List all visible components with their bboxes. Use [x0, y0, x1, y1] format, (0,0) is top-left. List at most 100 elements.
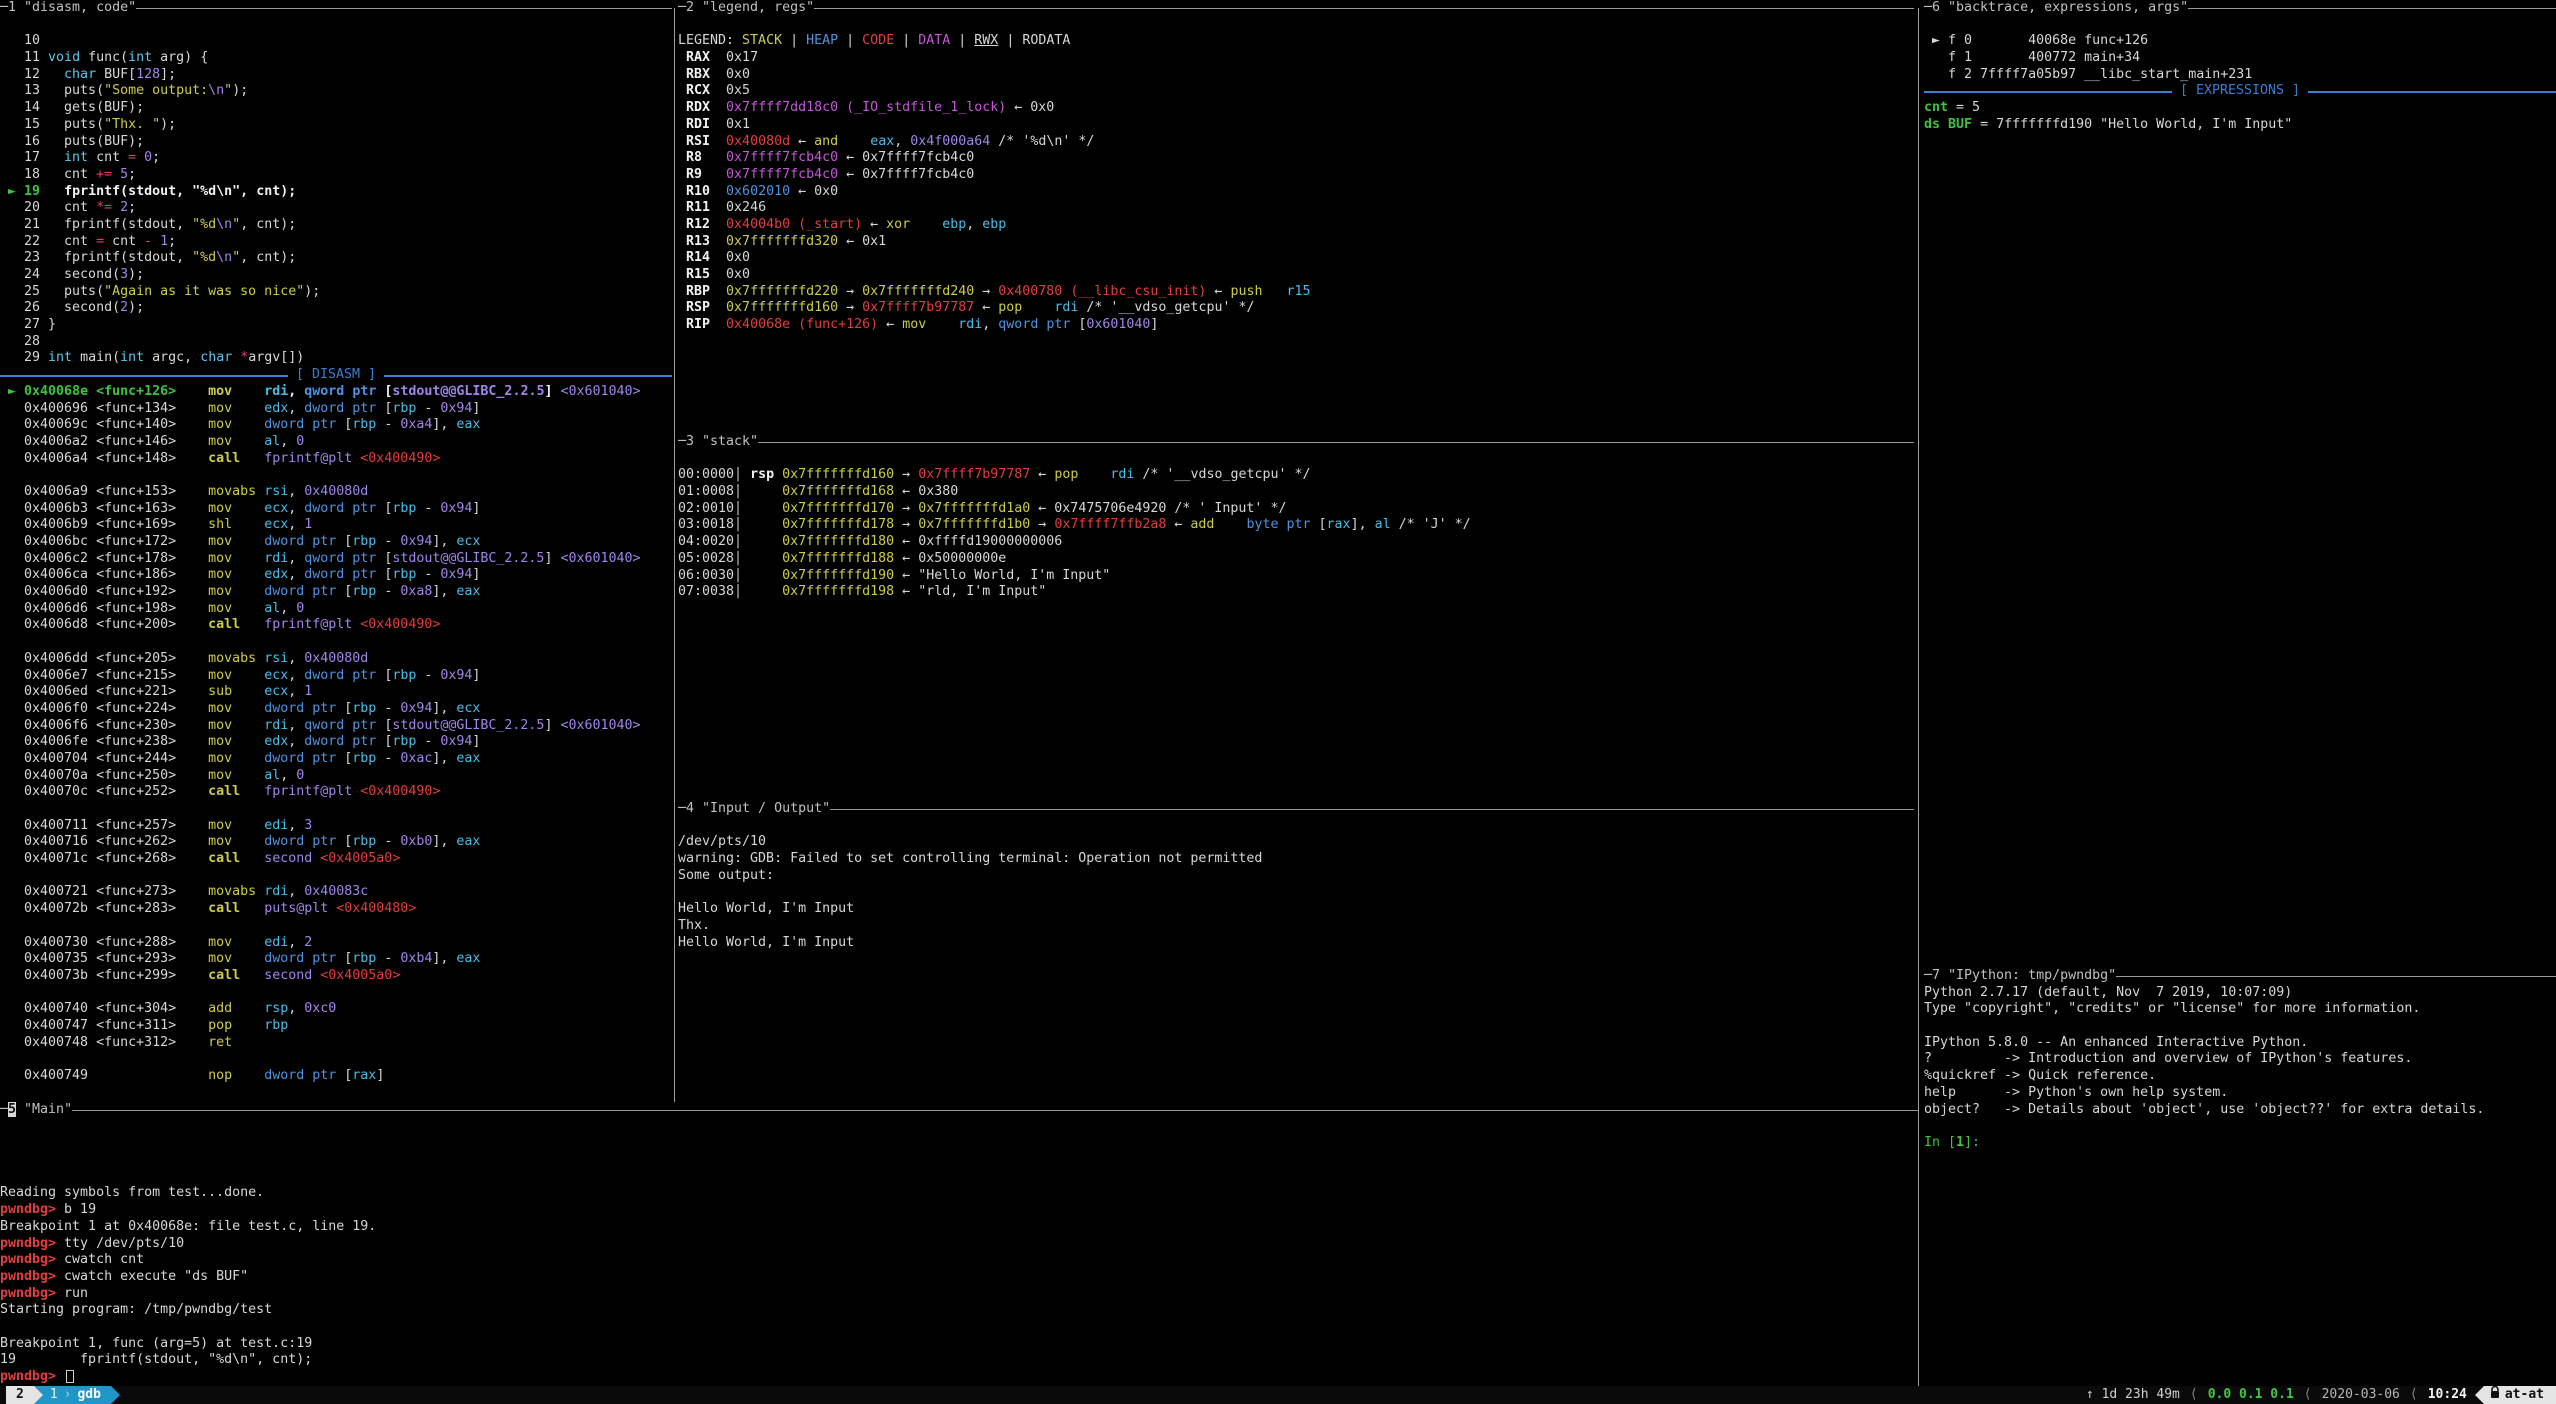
text-run: argc, — [144, 350, 200, 365]
text-run: rbp — [392, 567, 416, 582]
text-run: mov — [208, 417, 232, 432]
text-run: BUF[ — [96, 67, 136, 82]
terminal-line: R12 0x4004b0 (_start) ← xor ebp, ebp — [678, 217, 1914, 234]
text-run: 0xac — [400, 751, 432, 766]
text-run: R15 — [678, 267, 726, 282]
pane-input-output[interactable]: ─4 "Input / Output"/dev/pts/10warning: G… — [678, 801, 1914, 1102]
text-run: 24 second( — [0, 267, 120, 282]
terminal-blank-line — [0, 868, 672, 885]
pane-ipython[interactable]: ─7 "IPython: tmp/pwndbg"Python 2.7.17 (d… — [1924, 968, 2556, 1386]
text-run: BUF — [1948, 117, 1972, 132]
text-run: → — [974, 284, 998, 299]
text-run: mov — [208, 951, 232, 966]
text-run: DATA — [918, 33, 950, 48]
text-run: rbp — [392, 734, 416, 749]
text-run: mov — [208, 768, 232, 783]
text-run: │ — [734, 534, 742, 549]
terminal-line: Type "copyright", "credits" or "license"… — [1924, 1001, 2556, 1018]
pane-border-title: ─3 "stack" — [678, 434, 1914, 451]
text-run: fprintf@plt — [264, 617, 352, 632]
text-run: add — [208, 1001, 232, 1016]
text-run: ← — [862, 217, 886, 232]
text-run: , — [288, 935, 304, 950]
text-run: [ — [336, 584, 352, 599]
pane-backtrace-expressions[interactable]: ─6 "backtrace, expressions, args" ► f 0 … — [1924, 0, 2556, 968]
terminal-line: RBX 0x0 — [678, 67, 1914, 84]
text-run: pwndbg> — [0, 1252, 64, 1267]
session-indicator[interactable]: 2 — [6, 1386, 34, 1404]
terminal-line: Python 2.7.17 (default, Nov 7 2019, 10:0… — [1924, 985, 2556, 1002]
text-run: mov — [208, 701, 232, 716]
text-run: , — [288, 651, 304, 666]
pane-legend-regs[interactable]: ─2 "legend, regs"LEGEND: STACK | HEAP | … — [678, 0, 1914, 434]
window-tab-gdb[interactable]: 1›gdb — [34, 1386, 111, 1404]
terminal-line: 0x400704 <func+244> mov dword ptr [rbp -… — [0, 751, 672, 768]
text-run: - — [376, 417, 400, 432]
text-run: 0x400748 <func+312> — [0, 1035, 208, 1050]
text-run: rbp — [392, 401, 416, 416]
terminal-line: 0x4006e7 <func+215> mov ecx, dword ptr [… — [0, 668, 672, 685]
text-run: edi — [264, 818, 288, 833]
text-run: 0x40080d — [304, 484, 368, 499]
text-run: RIP — [678, 317, 726, 332]
terminal-line: RSP 0x7fffffffd160 → 0x7ffff7b97787 ← po… — [678, 300, 1914, 317]
text-run: ] — [472, 401, 480, 416]
pane-main-gdb[interactable]: ─5 "Main"Reading symbols from test...don… — [0, 1102, 1918, 1386]
text-run: [ — [376, 501, 392, 516]
text-run: eax — [456, 417, 480, 432]
text-run: edi — [264, 935, 288, 950]
text-run: 0x400696 <func+134> — [0, 401, 208, 416]
pane-disasm-code[interactable]: ─1 "disasm, code" 10 11 void func(int ar… — [0, 0, 672, 1102]
text-run: Breakpoint 1, func (arg=5) at test.c:19 — [0, 1336, 312, 1351]
text-run: ], — [432, 584, 456, 599]
uptime-indicator: ↑ 1d 23h 49m — [2078, 1386, 2188, 1404]
text-run — [742, 568, 782, 583]
text-run: movabs — [208, 651, 256, 666]
pane-stack[interactable]: ─3 "stack"00:0000│ rsp 0x7fffffffd160 → … — [678, 434, 1914, 801]
text-run: ebp — [942, 217, 966, 232]
text-run: ← — [878, 317, 902, 332]
hostname: at-at — [2505, 1386, 2544, 1404]
text-run: f 2 — [1924, 67, 1980, 82]
text-run — [910, 217, 942, 232]
terminal-line: 10 — [0, 33, 672, 50]
text-run: ← 0x0 — [1006, 100, 1054, 115]
text-run: │ — [734, 568, 742, 583]
text-run: ─6 "backtrace, expressions, args" — [1924, 0, 2188, 15]
text-run: ► f 0 — [1924, 33, 1980, 48]
terminal-line: In [1]: — [1924, 1135, 2556, 1152]
text-run: 0x400735 <func+293> — [0, 951, 208, 966]
terminal-line: 20 cnt *= 2; — [0, 200, 672, 217]
text-run: RDX — [678, 100, 726, 115]
terminal-line: 0x400748 <func+312> ret — [0, 1035, 672, 1052]
text-run — [232, 768, 264, 783]
text-run: " — [232, 217, 240, 232]
text-run — [742, 517, 782, 532]
terminal-line: 17 int cnt = 0; — [0, 150, 672, 167]
terminal-line: Some output: — [678, 868, 1914, 885]
text-run: rax — [1327, 517, 1351, 532]
section-divider: [ DISASM ] — [0, 367, 672, 384]
terminal-blank-line — [678, 884, 1914, 901]
text-run: dword ptr — [264, 1068, 336, 1083]
text-run: R10 — [678, 184, 726, 199]
terminal-line: R15 0x0 — [678, 267, 1914, 284]
text-run: 1 — [160, 234, 168, 249]
text-run: qword ptr — [304, 718, 376, 733]
tmux-status-bar: 2 1›gdb ↑ 1d 23h 49m ⟨ 0.0 0.1 0.1 ⟨ 202… — [0, 1386, 2556, 1404]
text-run: 11 — [0, 50, 48, 65]
text-run: run — [64, 1286, 88, 1301]
terminal-line: RBP 0x7fffffffd220 → 0x7fffffffd240 → 0x… — [678, 284, 1914, 301]
terminal-line: 19 fprintf(stdout, "%d\n", cnt); — [0, 1352, 1918, 1369]
separator-chevron-icon: ⟨ — [2188, 1386, 2200, 1404]
text-run: ; — [168, 234, 176, 249]
text-run: 06:0030 — [678, 568, 734, 583]
text-run: 0x4006b3 <func+163> — [0, 501, 208, 516]
text-run: Reading symbols from test...done. — [0, 1185, 264, 1200]
text-run: rbp — [352, 701, 376, 716]
text-run: stdout@@GLIBC_2.2.5 — [392, 718, 544, 733]
pane-border-line — [830, 809, 1914, 818]
text-run: 0x400749 — [0, 1068, 208, 1083]
text-run: mov — [208, 668, 232, 683]
text-run: 0x4006d0 <func+192> — [0, 584, 208, 599]
